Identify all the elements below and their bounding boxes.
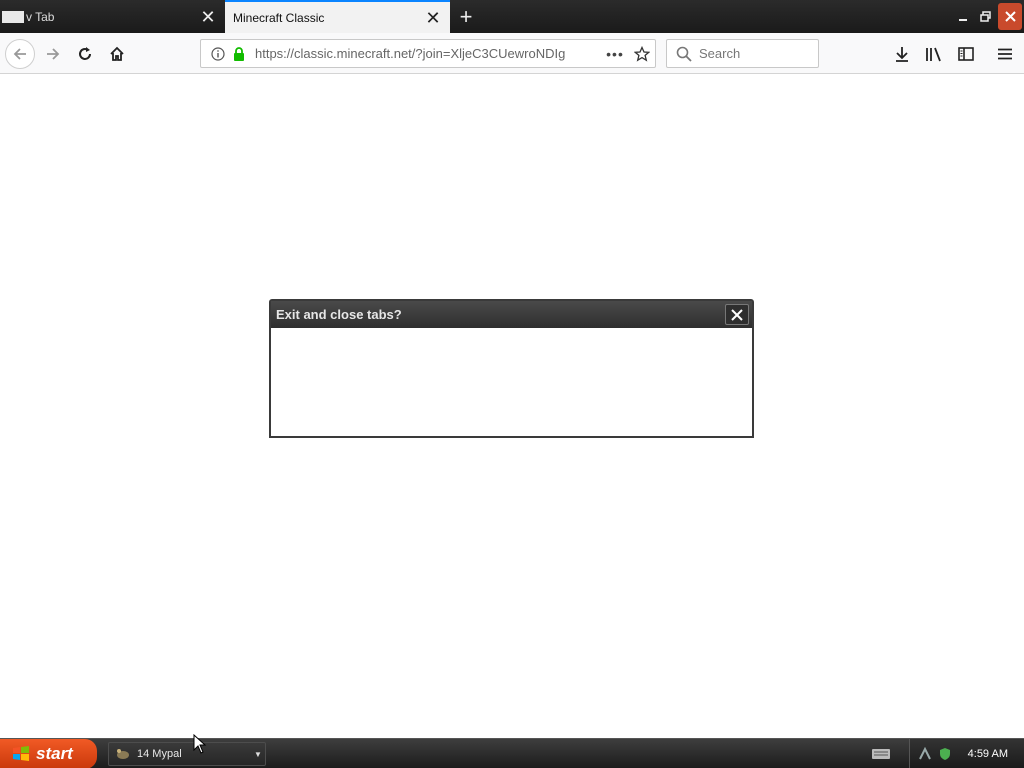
dialog-titlebar: Exit and close tabs? [271, 301, 752, 328]
search-bar[interactable]: Search [666, 39, 819, 68]
hamburger-menu-icon [998, 48, 1012, 60]
close-icon [1004, 11, 1016, 22]
taskbar-item-mypal[interactable]: 14 Mypal ▼ [108, 742, 266, 766]
minimize-button[interactable] [952, 3, 973, 30]
url-text[interactable]: https://classic.minecraft.net/?join=Xlje… [255, 46, 601, 61]
downloads-button[interactable] [887, 39, 917, 69]
lock-icon [231, 46, 247, 61]
exit-dialog: Exit and close tabs? [269, 299, 754, 438]
page-actions-icon[interactable]: ••• [601, 46, 629, 62]
keyboard-icon[interactable] [871, 747, 891, 761]
bookmark-star-icon[interactable] [629, 45, 655, 62]
menu-button[interactable] [990, 39, 1020, 69]
home-button[interactable] [102, 39, 132, 69]
sidebar-button[interactable] [951, 39, 981, 69]
dropdown-arrow-icon[interactable]: ▼ [251, 750, 265, 759]
close-icon [731, 308, 743, 321]
mouse-cursor-icon [193, 734, 207, 754]
arrow-right-icon [47, 48, 60, 60]
tab-favicon [2, 10, 24, 23]
tab-title: Minecraft Classic [233, 10, 325, 25]
arrow-left-icon [13, 48, 26, 60]
forward-button[interactable] [38, 39, 68, 69]
taskbar: start 14 Mypal ▼ 4:59 AM [0, 738, 1024, 768]
restore-icon [980, 11, 991, 22]
close-tab-icon[interactable]: ✕ [422, 7, 444, 29]
library-button[interactable] [919, 39, 949, 69]
window-close-button[interactable] [998, 3, 1022, 30]
close-tab-icon[interactable]: ✕ [197, 6, 219, 28]
tab-title: v Tab [26, 9, 55, 24]
sidebar-icon [958, 47, 974, 61]
network-icon[interactable] [918, 747, 932, 761]
minimize-icon [958, 18, 967, 21]
window-controls [952, 0, 1024, 33]
start-label: start [36, 744, 73, 763]
windows-logo-icon [13, 746, 29, 761]
system-tray: 4:59 AM [871, 739, 1024, 768]
url-bar[interactable]: https://classic.minecraft.net/?join=Xlje… [200, 39, 656, 68]
back-button[interactable] [5, 39, 35, 69]
library-icon [926, 47, 941, 62]
home-icon [110, 46, 124, 61]
tab-strip: v Tab ✕ Minecraft Classic ✕ + [0, 0, 1024, 33]
start-button[interactable]: start [0, 739, 97, 768]
new-tab-button[interactable]: + [452, 4, 480, 30]
dialog-title: Exit and close tabs? [276, 307, 402, 322]
dialog-close-button[interactable] [725, 304, 749, 325]
navigation-toolbar: https://classic.minecraft.net/?join=Xlje… [0, 33, 1024, 74]
shield-icon[interactable] [938, 747, 952, 761]
reload-icon [79, 47, 91, 60]
restore-button[interactable] [975, 3, 996, 30]
reload-button[interactable] [70, 39, 100, 69]
search-icon [671, 46, 697, 62]
mypal-app-icon [117, 749, 129, 759]
clock[interactable]: 4:59 AM [968, 748, 1008, 760]
tab-new-tab[interactable]: v Tab ✕ [0, 0, 225, 33]
dialog-body [271, 328, 752, 436]
tab-minecraft-classic[interactable]: Minecraft Classic ✕ [225, 0, 450, 33]
notification-area: 4:59 AM [908, 739, 1024, 768]
search-placeholder: Search [699, 46, 741, 61]
download-icon [896, 47, 908, 62]
info-icon[interactable] [207, 46, 229, 61]
